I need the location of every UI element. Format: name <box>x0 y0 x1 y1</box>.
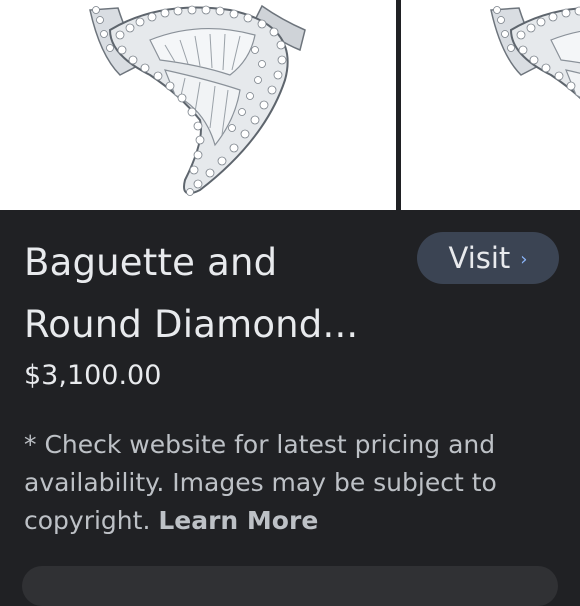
pricing-disclaimer: * Check website for latest pricing and a… <box>24 426 559 540</box>
product-details-panel: Baguette and Round Diamond... Visit › $3… <box>0 210 580 606</box>
product-image-secondary[interactable] <box>401 0 580 210</box>
learn-more-link[interactable]: Learn More <box>158 506 318 535</box>
product-title: Baguette and Round Diamond... <box>24 241 359 346</box>
chevron-right-icon: › <box>520 248 528 270</box>
product-price: $3,100.00 <box>24 360 162 391</box>
visit-button[interactable]: Visit › <box>417 232 559 284</box>
visit-button-label: Visit <box>448 241 511 275</box>
product-image-main[interactable] <box>0 0 396 210</box>
image-gallery <box>0 0 580 210</box>
diamond-ring-image <box>89 4 306 196</box>
bottom-action-button[interactable] <box>22 566 558 606</box>
diamond-ring-image <box>490 6 580 99</box>
